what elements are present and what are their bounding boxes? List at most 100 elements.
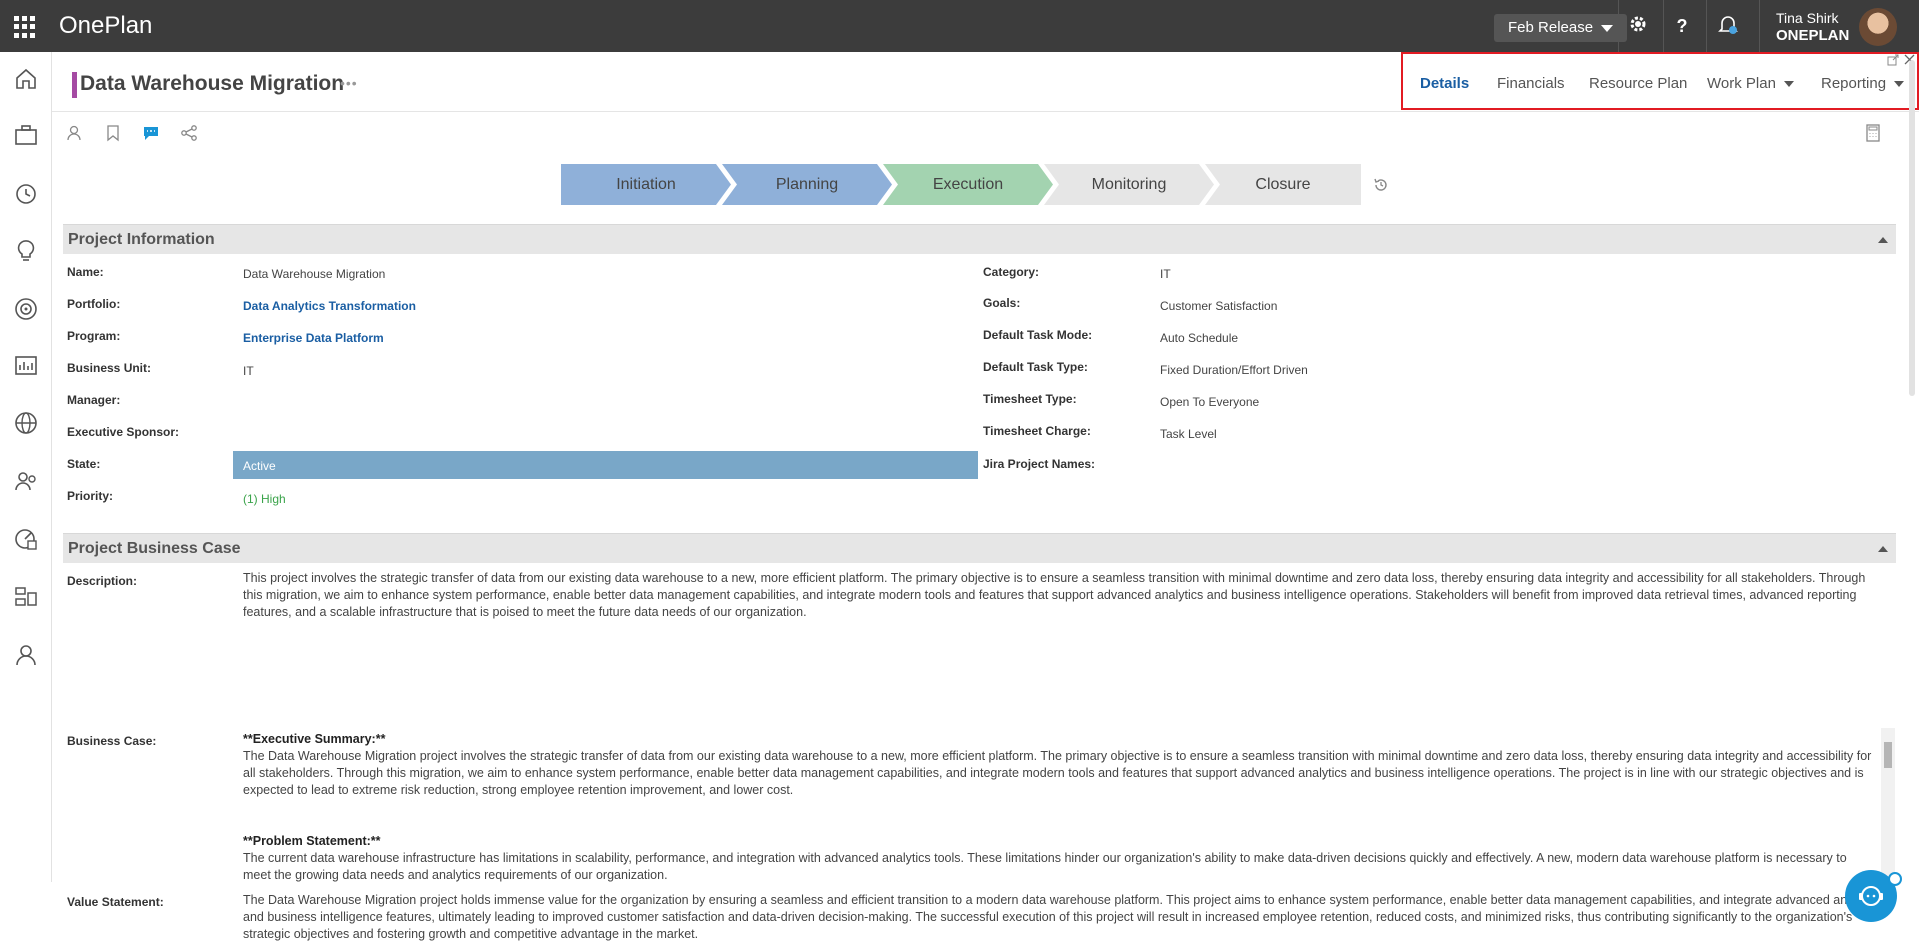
page-title: Data Warehouse Migration	[80, 72, 345, 95]
field-label: Timesheet Charge:	[983, 424, 1091, 438]
left-nav-rail	[0, 52, 52, 945]
help-icon[interactable]: ?	[1670, 14, 1694, 38]
scrollbar-thumb[interactable]	[1884, 742, 1892, 768]
more-options-icon[interactable]: •••	[340, 75, 358, 91]
resources-icon[interactable]	[13, 468, 39, 494]
globe-icon[interactable]	[13, 410, 39, 436]
stage-initiation[interactable]: Initiation	[561, 164, 731, 205]
tab-reporting[interactable]: Reporting	[1821, 75, 1905, 92]
calculator-icon[interactable]	[1864, 124, 1882, 142]
exec-summary-heading: **Executive Summary:**	[243, 732, 386, 746]
expand-icon[interactable]	[1887, 54, 1899, 66]
field-value-goals: Customer Satisfaction	[1160, 299, 1278, 313]
section-title: Project Business Case	[68, 540, 241, 557]
user-name: Tina Shirk	[1776, 10, 1839, 26]
comments-icon[interactable]	[142, 124, 160, 142]
stage-initiation-label: Initiation	[616, 176, 676, 193]
user-icon[interactable]	[13, 642, 39, 668]
reports-icon[interactable]	[13, 352, 39, 378]
bookmark-icon[interactable]	[104, 124, 122, 142]
field-label: Jira Project Names:	[983, 457, 1096, 471]
program-link[interactable]: Enterprise Data Platform	[243, 331, 384, 345]
chevron-down-icon	[1783, 81, 1794, 88]
stage-planning-label: Planning	[775, 176, 839, 193]
settings-icon[interactable]	[1626, 14, 1650, 38]
problem-text: The current data warehouse infrastructur…	[243, 851, 1847, 882]
field-label: Name:	[67, 265, 104, 279]
field-label: Program:	[67, 329, 121, 343]
business-case-text[interactable]: **Executive Summary:** The Data Warehous…	[243, 731, 1873, 884]
field-value-business-unit: IT	[243, 364, 254, 378]
top-bar: OnePlan Feb Release ? Tina Shirk ONEPLAN	[0, 0, 1919, 52]
field-label: Timesheet Type:	[983, 392, 1077, 406]
description-text: This project involves the strategic tran…	[243, 571, 1866, 619]
dashboard-icon[interactable]	[13, 526, 39, 552]
stage-closure-label: Closure	[1255, 176, 1311, 193]
field-label: Category:	[983, 265, 1040, 279]
field-value-timesheet-charge: Task Level	[1160, 427, 1217, 441]
divider	[1618, 0, 1619, 52]
tab-work-plan[interactable]: Work Plan	[1707, 75, 1794, 92]
stage-monitoring[interactable]: Monitoring	[1044, 164, 1214, 205]
divider	[1663, 0, 1664, 52]
user-menu[interactable]: Tina Shirk ONEPLAN	[1776, 9, 1849, 45]
scrollbar-thumb[interactable]	[1909, 60, 1915, 396]
stage-monitoring-label: Monitoring	[1091, 176, 1167, 193]
app-launcher-icon[interactable]	[14, 16, 36, 38]
state-field[interactable]: Active	[233, 451, 978, 479]
stage-closure[interactable]: Closure	[1205, 164, 1361, 205]
field-label: Portfolio:	[67, 297, 121, 311]
share-icon[interactable]	[180, 124, 198, 142]
assign-user-icon[interactable]	[66, 124, 84, 142]
collapse-icon[interactable]	[1878, 237, 1888, 243]
field-label: Description:	[67, 574, 138, 588]
field-value-task-type: Fixed Duration/Effort Driven	[1160, 363, 1308, 377]
user-org: ONEPLAN	[1776, 27, 1850, 44]
stage-history-icon[interactable]	[1372, 176, 1390, 194]
field-value-category: IT	[1160, 267, 1171, 281]
field-label: Executive Sponsor:	[67, 425, 180, 439]
stage-planning[interactable]: Planning	[722, 164, 892, 205]
exec-summary-text: The Data Warehouse Migration project inv…	[243, 749, 1872, 797]
ideas-icon[interactable]	[13, 238, 39, 264]
problem-heading: **Problem Statement:**	[243, 834, 381, 848]
stage-execution-label: Execution	[932, 176, 1004, 193]
chevron-down-icon	[1894, 81, 1905, 88]
field-label: Goals:	[983, 296, 1021, 310]
field-value-task-mode: Auto Schedule	[1160, 331, 1239, 345]
tab-details[interactable]: Details	[1420, 75, 1469, 92]
field-value-timesheet-type: Open To Everyone	[1160, 395, 1260, 409]
notifications-icon[interactable]	[1716, 14, 1740, 38]
field-label: Default Task Type:	[983, 360, 1088, 374]
section-project-business-case[interactable]: Project Business Case	[63, 533, 1896, 563]
collapse-icon[interactable]	[1878, 546, 1888, 552]
tab-reporting-label: Reporting	[1821, 75, 1887, 92]
field-label: Business Case:	[67, 734, 157, 748]
field-label: Business Unit:	[67, 361, 152, 375]
business-case-scrollbar[interactable]	[1881, 728, 1895, 880]
field-label: Priority:	[67, 489, 114, 503]
field-label: Default Task Mode:	[983, 328, 1093, 342]
timesheet-icon[interactable]	[13, 180, 39, 206]
divider	[52, 111, 1919, 112]
field-label: State:	[67, 457, 101, 471]
section-project-information[interactable]: Project Information	[63, 224, 1896, 254]
org-icon[interactable]	[13, 584, 39, 610]
page-scrollbar[interactable]	[1907, 60, 1917, 400]
release-dropdown[interactable]: Feb Release	[1494, 14, 1628, 42]
portfolio-link[interactable]: Data Analytics Transformation	[243, 299, 416, 313]
stage-execution[interactable]: Execution	[883, 164, 1053, 205]
tab-financials[interactable]: Financials	[1497, 75, 1565, 92]
section-title: Project Information	[68, 231, 215, 248]
avatar[interactable]	[1859, 8, 1897, 46]
value-statement-text: The Data Warehouse Migration project hol…	[243, 893, 1882, 941]
tab-resource-plan[interactable]: Resource Plan	[1589, 75, 1687, 92]
release-label: Feb Release	[1508, 19, 1594, 36]
portfolio-icon[interactable]	[13, 122, 39, 148]
field-value-name: Data Warehouse Migration	[243, 267, 386, 281]
app-name[interactable]: OnePlan	[59, 12, 152, 40]
tab-work-plan-label: Work Plan	[1707, 75, 1776, 92]
home-icon[interactable]	[13, 66, 39, 92]
title-accent	[72, 72, 77, 98]
goals-icon[interactable]	[13, 296, 39, 322]
